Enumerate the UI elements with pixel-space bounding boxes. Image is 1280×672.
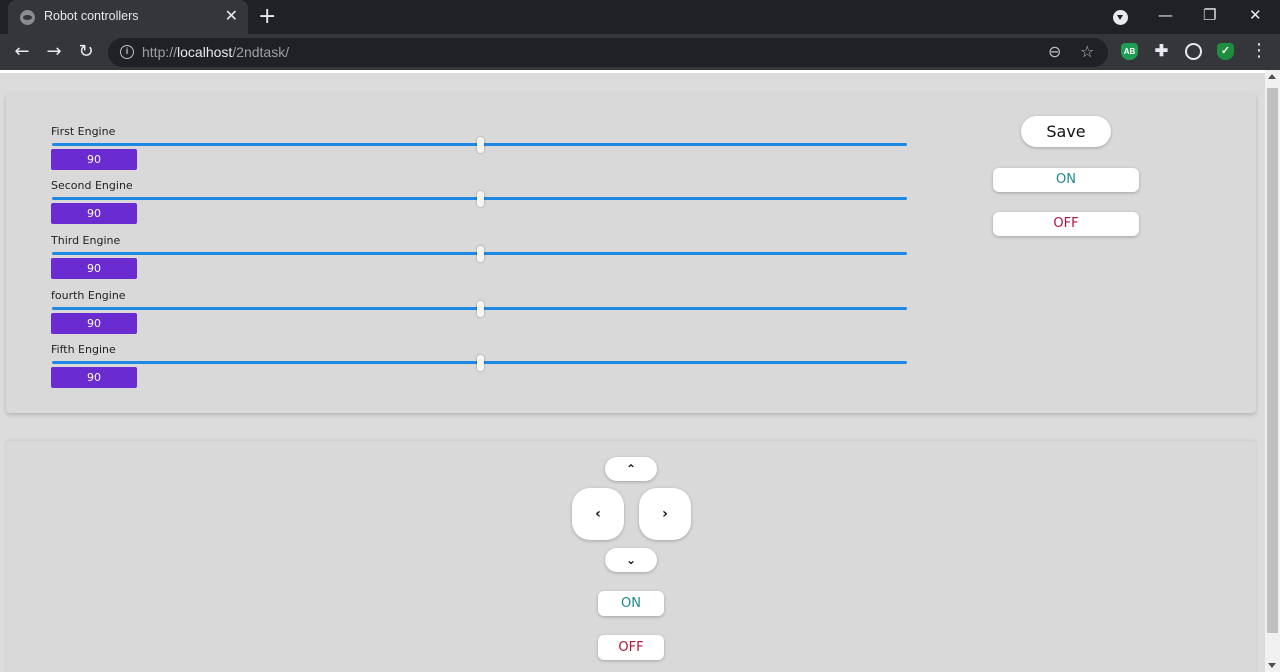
engine-row-2: Second Engine 90 xyxy=(51,179,911,234)
close-tab-icon[interactable]: ✕ xyxy=(225,7,238,25)
tab-bar: Robot controllers ✕ + — ❐ ✕ xyxy=(0,0,1280,34)
engine-label: Second Engine xyxy=(51,179,133,192)
bookmark-star-icon[interactable]: ☆ xyxy=(1080,41,1094,63)
move-up-button[interactable]: ⌃ xyxy=(605,457,657,481)
engine-row-4: fourth Engine 90 xyxy=(51,289,911,344)
slider-thumb[interactable] xyxy=(476,137,484,153)
info-icon[interactable]: i xyxy=(120,45,134,59)
off-button[interactable]: OFF xyxy=(993,212,1139,236)
slider-thumb[interactable] xyxy=(476,355,484,371)
shield-extension-icon[interactable]: ✓ xyxy=(1217,43,1234,60)
globe-icon xyxy=(20,10,35,25)
slider-thumb[interactable] xyxy=(476,246,484,262)
engine-value: 90 xyxy=(51,258,137,279)
adblock-extension-icon[interactable]: AB xyxy=(1121,43,1138,60)
profile-icon[interactable] xyxy=(1185,43,1202,60)
scroll-down-icon[interactable] xyxy=(1268,663,1276,668)
url-prefix: http:// xyxy=(142,44,178,60)
engine-row-1: First Engine 90 xyxy=(51,125,911,180)
tab-search-icon[interactable] xyxy=(1113,10,1128,25)
drive-off-button[interactable]: OFF xyxy=(598,635,664,660)
engine-value: 90 xyxy=(51,203,137,224)
url-path: /2ndtask/ xyxy=(232,44,290,60)
on-button[interactable]: ON xyxy=(993,168,1139,192)
reload-icon[interactable]: ↻ xyxy=(75,39,97,65)
engine-value: 90 xyxy=(51,149,137,170)
window-close-icon[interactable]: ✕ xyxy=(1249,4,1262,26)
drive-on-button[interactable]: ON xyxy=(598,591,664,616)
scrollbar-thumb[interactable] xyxy=(1267,88,1278,633)
tab-title: Robot controllers xyxy=(44,9,139,23)
extensions-puzzle-icon[interactable]: ✚ xyxy=(1153,43,1170,60)
move-down-button[interactable]: ⌄ xyxy=(605,548,657,572)
slider-thumb[interactable] xyxy=(476,301,484,317)
address-bar[interactable]: i http://localhost/2ndtask/ ⊖ ☆ xyxy=(108,38,1108,67)
minimize-icon[interactable]: — xyxy=(1158,4,1173,26)
engine-label: Fifth Engine xyxy=(51,343,116,356)
browser-tab[interactable]: Robot controllers ✕ xyxy=(8,0,248,34)
engine-row-3: Third Engine 90 xyxy=(51,234,911,289)
browser-menu-icon[interactable]: ⋮ xyxy=(1250,40,1268,62)
engine-label: fourth Engine xyxy=(51,289,126,302)
page-background: First Engine 90 Second Engine 90 Third E… xyxy=(0,73,1265,672)
engine-value: 90 xyxy=(51,367,137,388)
scroll-up-icon[interactable] xyxy=(1268,74,1276,79)
engine-label: Third Engine xyxy=(51,234,121,247)
forward-icon[interactable]: → xyxy=(43,39,65,65)
save-button[interactable]: Save xyxy=(1021,116,1111,147)
engines-panel: First Engine 90 Second Engine 90 Third E… xyxy=(6,93,1256,413)
engine-row-5: Fifth Engine 90 xyxy=(51,343,911,398)
slider-thumb[interactable] xyxy=(476,191,484,207)
url-host: localhost xyxy=(177,44,233,60)
restore-icon[interactable]: ❐ xyxy=(1203,4,1216,26)
engine-value: 90 xyxy=(51,313,137,334)
browser-toolbar: ← → ↻ i http://localhost/2ndtask/ ⊖ ☆ AB… xyxy=(0,34,1280,70)
engine-label: First Engine xyxy=(51,125,116,138)
direction-panel: ⌃ ‹ › ⌄ ON OFF xyxy=(6,441,1256,672)
move-right-button[interactable]: › xyxy=(639,488,691,540)
url-text: http://localhost/2ndtask/ xyxy=(142,44,289,60)
page-viewport: First Engine 90 Second Engine 90 Third E… xyxy=(0,70,1265,672)
move-left-button[interactable]: ‹ xyxy=(572,488,624,540)
page-scrollbar[interactable] xyxy=(1265,70,1280,672)
new-tab-icon[interactable]: + xyxy=(258,4,276,30)
zoom-out-icon[interactable]: ⊖ xyxy=(1048,41,1061,63)
back-icon[interactable]: ← xyxy=(11,39,33,65)
